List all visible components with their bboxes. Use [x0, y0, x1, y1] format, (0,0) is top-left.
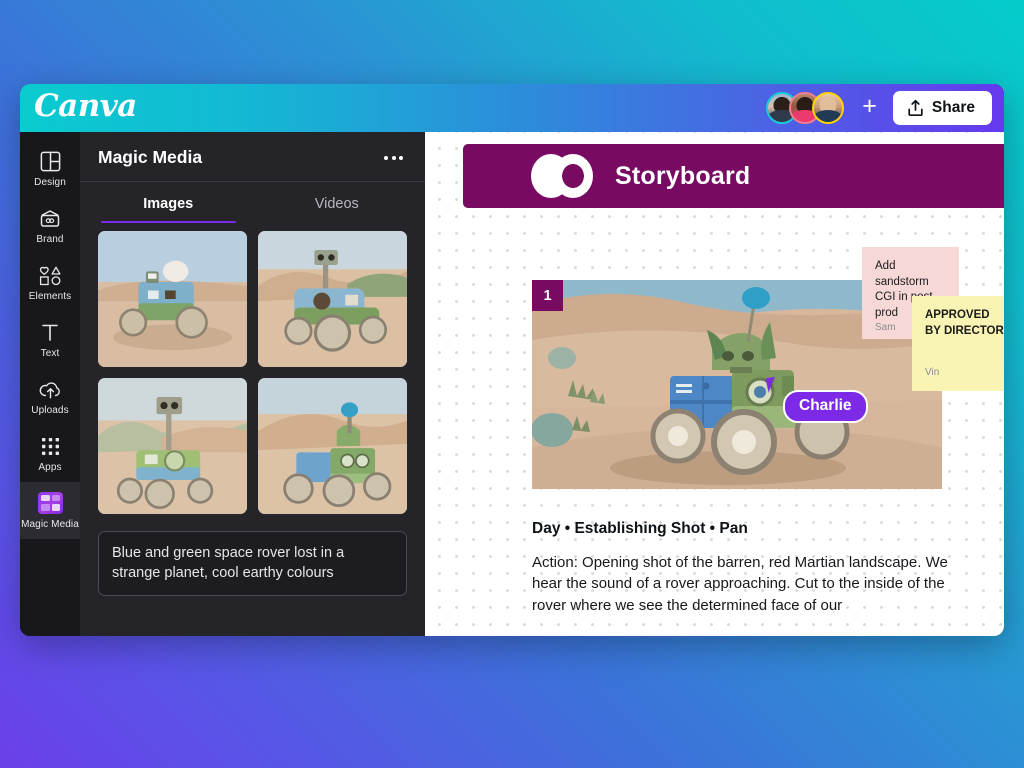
sidebar-item-label: Elements — [28, 291, 72, 302]
sidebar-item-apps[interactable]: Apps — [20, 425, 80, 482]
sticky-note-text: APPROVED BY DIRECTOR — [925, 309, 1004, 337]
storyboard-title: Storyboard — [615, 161, 751, 190]
generated-image-grid — [80, 223, 425, 514]
tab-label: Videos — [314, 196, 359, 212]
tab-videos[interactable]: Videos — [253, 182, 422, 223]
sticky-note[interactable]: APPROVED BY DIRECTOR Vin — [912, 296, 1004, 391]
share-button[interactable]: Share — [892, 91, 992, 125]
storyboard-header-banner[interactable]: Storyboard — [463, 144, 1004, 208]
generated-image-thumbnail[interactable] — [258, 231, 407, 367]
generated-image-thumbnail[interactable] — [98, 378, 247, 514]
scene-heading: Day • Establishing Shot • Pan — [532, 520, 748, 537]
text-t-icon — [40, 321, 60, 343]
canva-app-window: Canva + Share Design Brand Elements Text… — [20, 84, 1004, 636]
generated-image-thumbnail[interactable] — [98, 231, 247, 367]
panel-header: Magic Media — [80, 132, 425, 182]
sidebar-item-label: Apps — [38, 462, 62, 473]
sidebar-item-brand[interactable]: Brand — [20, 197, 80, 254]
app-body: Design Brand Elements Text Uploads Apps … — [20, 132, 1004, 636]
grid-dots-icon — [41, 435, 60, 457]
brand-kit-icon — [39, 207, 61, 229]
sidebar-item-uploads[interactable]: Uploads — [20, 368, 80, 425]
sidebar-item-label: Brand — [36, 234, 64, 245]
magic-media-panel: Magic Media Images Videos Blue and green… — [80, 132, 425, 636]
top-bar-right: + Share — [766, 91, 992, 125]
scene-number-badge: 1 — [532, 280, 563, 311]
cursor-pointer-icon — [765, 375, 783, 393]
more-options-icon[interactable] — [382, 150, 405, 166]
panel-tabs: Images Videos — [80, 182, 425, 223]
tab-images[interactable]: Images — [84, 182, 253, 223]
left-rail: Design Brand Elements Text Uploads Apps … — [20, 132, 80, 636]
upload-cloud-icon — [39, 378, 62, 400]
add-collaborator-button[interactable]: + — [854, 93, 883, 123]
tab-label: Images — [143, 196, 194, 212]
sidebar-item-magic-media[interactable]: Magic Media — [20, 482, 80, 539]
sidebar-item-label: Design — [34, 177, 66, 188]
sidebar-item-design[interactable]: Design — [20, 140, 80, 197]
panel-title: Magic Media — [98, 147, 203, 167]
shapes-icon — [39, 264, 62, 286]
sidebar-item-elements[interactable]: Elements — [20, 254, 80, 311]
generated-image-thumbnail[interactable] — [258, 378, 407, 514]
sticky-note-author: Vin — [925, 366, 940, 378]
top-bar: Canva + Share — [20, 84, 1004, 132]
design-canvas[interactable]: Storyboard 1 Charlie Add sandstorm CGI i… — [425, 132, 1004, 636]
collaborator-avatars — [766, 92, 845, 124]
layout-icon — [40, 150, 61, 172]
scene-body-text: Action: Opening shot of the barren, red … — [532, 554, 948, 614]
sidebar-item-label: Text — [40, 348, 60, 359]
share-button-label: Share — [931, 99, 975, 116]
share-upload-icon — [907, 99, 924, 117]
sidebar-item-label: Magic Media — [21, 519, 79, 530]
sidebar-item-label: Uploads — [31, 405, 69, 416]
cursor-name-label: Charlie — [783, 390, 868, 423]
sidebar-item-text[interactable]: Text — [20, 311, 80, 368]
canva-logo[interactable]: Canva — [34, 90, 137, 126]
two-circles-logo-icon — [531, 154, 593, 198]
magic-media-icon — [37, 492, 63, 514]
avatar[interactable] — [812, 92, 845, 124]
prompt-input[interactable]: Blue and green space rover lost in a str… — [98, 531, 407, 597]
